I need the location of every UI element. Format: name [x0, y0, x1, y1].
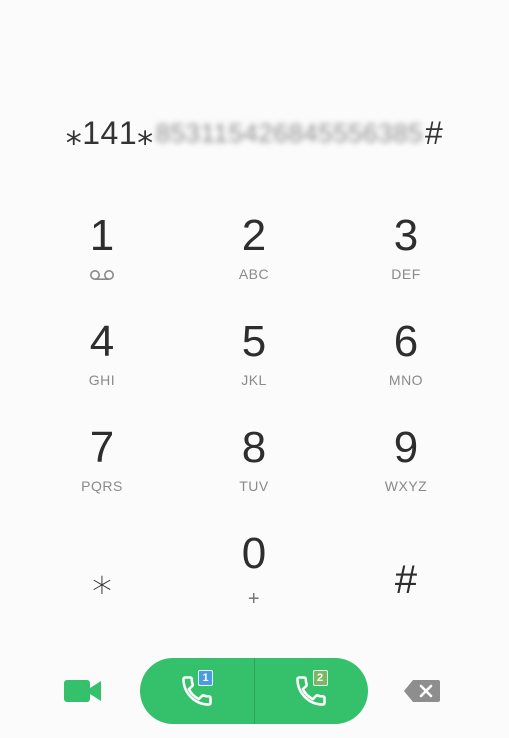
- key-9[interactable]: 9 WXYZ: [330, 412, 482, 518]
- key-hash[interactable]: #: [330, 518, 482, 638]
- key-0[interactable]: 0 +: [178, 518, 330, 638]
- key-digit: 7: [89, 423, 115, 472]
- sim1-badge: 1: [198, 670, 213, 686]
- video-call-button[interactable]: [60, 674, 106, 708]
- key-digit: 8: [241, 423, 267, 472]
- call-buttons: 1 2: [140, 658, 368, 724]
- key-letters: GHI: [88, 372, 116, 388]
- key-digit: 4: [89, 317, 115, 366]
- voicemail-icon: [89, 266, 115, 284]
- dialed-prefix: ⁎141⁎: [65, 115, 154, 151]
- key-letters: TUV: [239, 478, 269, 494]
- key-letters: MNO: [388, 372, 424, 388]
- key-letters: JKL: [241, 372, 267, 388]
- key-letters: DEF: [391, 266, 421, 282]
- call-sim1-button[interactable]: 1: [140, 658, 254, 724]
- dialed-suffix: #: [424, 114, 444, 151]
- key-5[interactable]: 5 JKL: [178, 306, 330, 412]
- key-6[interactable]: 6 MNO: [330, 306, 482, 412]
- key-digit: 3: [393, 211, 419, 260]
- key-letters: ABC: [238, 266, 270, 282]
- masked-number: 853115426845556385: [155, 117, 423, 148]
- key-letters: PQRS: [81, 478, 123, 494]
- backspace-icon: [404, 680, 440, 702]
- dialer-screen: ⁎141⁎ 853115426845556385 # 1 2 ABC 3 DEF…: [0, 0, 509, 738]
- key-7[interactable]: 7 PQRS: [26, 412, 178, 518]
- key-3[interactable]: 3 DEF: [330, 200, 482, 306]
- sim2-badge: 2: [312, 670, 328, 686]
- key-digit: ⁎: [92, 558, 112, 602]
- keypad: 1 2 ABC 3 DEF 4 GHI 5 JKL 6 MNO 7 PQRS 8…: [26, 200, 482, 638]
- key-letters: +: [247, 588, 261, 610]
- key-digit: 9: [393, 423, 419, 472]
- key-star[interactable]: ⁎: [26, 518, 178, 638]
- key-digit: 1: [89, 211, 115, 260]
- key-letters: WXYZ: [384, 478, 428, 494]
- key-digit: 6: [393, 317, 419, 366]
- key-2[interactable]: 2 ABC: [178, 200, 330, 306]
- backspace-button[interactable]: [402, 678, 442, 704]
- key-digit: 0: [241, 529, 267, 578]
- key-4[interactable]: 4 GHI: [26, 306, 178, 412]
- dialer-action-bar: 1 2: [0, 656, 509, 726]
- key-8[interactable]: 8 TUV: [178, 412, 330, 518]
- key-digit: #: [394, 558, 418, 602]
- call-sim2-button[interactable]: 2: [253, 658, 369, 724]
- dialed-number-display[interactable]: ⁎141⁎ 853115426845556385 #: [0, 108, 509, 158]
- video-call-icon: [64, 680, 101, 702]
- key-digit: 5: [241, 317, 267, 366]
- key-1[interactable]: 1: [26, 200, 178, 306]
- key-digit: 2: [241, 211, 267, 260]
